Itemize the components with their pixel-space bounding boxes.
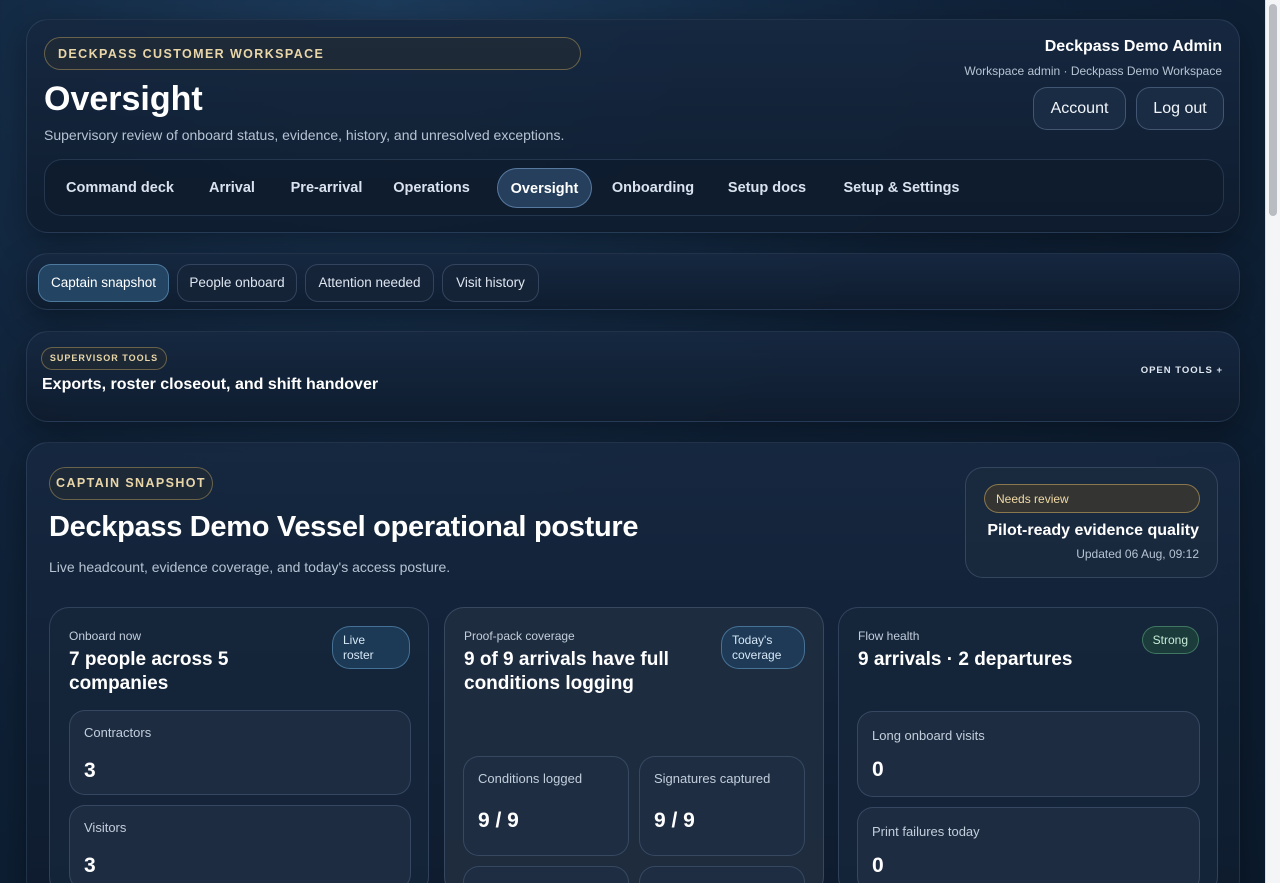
nav-oversight[interactable]: Oversight <box>497 168 592 208</box>
metric-title: 7 people across 5 companies <box>69 649 229 694</box>
stat-box <box>463 866 629 883</box>
stat-value: 3 <box>84 759 96 782</box>
stat-label: Conditions logged <box>478 771 583 786</box>
nav-pre-arrival[interactable]: Pre-arrival <box>279 168 374 208</box>
long-onboard-visits-stat: Long onboard visits 0 <box>857 711 1200 797</box>
contractors-stat: Contractors 3 <box>69 710 411 795</box>
evidence-review-card: Needs review Pilot-ready evidence qualit… <box>965 467 1218 578</box>
metric-label: Flow health <box>858 629 920 643</box>
open-tools-button[interactable]: OPEN TOOLS + <box>1141 365 1223 376</box>
stat-label: Visitors <box>84 820 127 835</box>
stat-value: 9 / 9 <box>654 809 695 832</box>
needs-review-badge: Needs review <box>984 484 1200 513</box>
print-failures-stat: Print failures today 0 <box>857 807 1200 883</box>
tab-attention-needed[interactable]: Attention needed <box>305 264 434 302</box>
stat-label: Print failures today <box>872 824 980 839</box>
scrollbar-thumb[interactable] <box>1269 4 1277 216</box>
nav-setup-docs[interactable]: Setup docs <box>717 168 817 208</box>
stat-value: 9 / 9 <box>478 809 519 832</box>
metric-title: 9 arrivals · 2 departures <box>858 649 1073 670</box>
tab-visit-history[interactable]: Visit history <box>442 264 539 302</box>
visitors-stat: Visitors 3 <box>69 805 411 883</box>
stat-label: Long onboard visits <box>872 728 985 743</box>
page-scrollbar[interactable] <box>1265 0 1280 883</box>
review-title: Pilot-ready evidence quality <box>987 522 1199 539</box>
metric-title: 9 of 9 arrivals have full conditions log… <box>464 649 669 694</box>
oversight-subtabs: Captain snapshot People onboard Attentio… <box>26 253 1240 310</box>
page-subtitle: Supervisory review of onboard status, ev… <box>44 127 565 143</box>
tab-captain-snapshot[interactable]: Captain snapshot <box>38 264 169 302</box>
captain-snapshot-panel: CAPTAIN SNAPSHOT Deckpass Demo Vessel op… <box>26 442 1240 883</box>
user-role: Workspace admin · Deckpass Demo Workspac… <box>964 64 1222 78</box>
page-title: Oversight <box>44 80 203 118</box>
live-roster-tag: Live roster <box>332 626 410 669</box>
nav-command-deck[interactable]: Command deck <box>55 168 185 208</box>
workspace-eyebrow: DECKPASS CUSTOMER WORKSPACE <box>44 37 581 70</box>
stat-value: 0 <box>872 758 884 781</box>
onboard-now-card: Onboard now 7 people across 5 companies … <box>49 607 429 883</box>
captain-snapshot-badge: CAPTAIN SNAPSHOT <box>49 467 213 500</box>
supervisor-tools-title: Exports, roster closeout, and shift hand… <box>42 376 379 393</box>
main-nav: Command deck Arrival Pre-arrival Operati… <box>44 159 1224 216</box>
snapshot-title: Deckpass Demo Vessel operational posture <box>49 511 639 543</box>
metric-label: Onboard now <box>69 629 142 643</box>
workspace-header: DECKPASS CUSTOMER WORKSPACE Oversight Su… <box>26 19 1240 233</box>
todays-coverage-tag: Today's coverage <box>721 626 805 669</box>
nav-arrival[interactable]: Arrival <box>195 168 269 208</box>
conditions-logged-stat: Conditions logged 9 / 9 <box>463 756 629 856</box>
stat-label: Signatures captured <box>654 771 771 786</box>
user-name: Deckpass Demo Admin <box>1044 38 1222 55</box>
snapshot-subtitle: Live headcount, evidence coverage, and t… <box>49 559 451 575</box>
metric-label: Proof-pack coverage <box>464 629 575 643</box>
strong-status-badge: Strong <box>1141 626 1199 654</box>
review-updated-timestamp: Updated 06 Aug, 09:12 <box>1076 547 1199 561</box>
tab-people-onboard[interactable]: People onboard <box>177 264 297 302</box>
supervisor-tools-badge: SUPERVISOR TOOLS <box>41 347 167 370</box>
nav-onboarding[interactable]: Onboarding <box>603 168 703 208</box>
nav-setup-settings[interactable]: Setup & Settings <box>829 168 974 208</box>
stat-value: 3 <box>84 854 96 877</box>
flow-health-card: Flow health 9 arrivals · 2 departures St… <box>838 607 1218 883</box>
supervisor-tools-panel: SUPERVISOR TOOLS Exports, roster closeou… <box>26 331 1240 422</box>
stat-value: 0 <box>872 854 884 877</box>
proof-pack-coverage-card: Proof-pack coverage 9 of 9 arrivals have… <box>444 607 824 883</box>
nav-operations[interactable]: Operations <box>384 168 479 208</box>
logout-button[interactable]: Log out <box>1136 87 1224 130</box>
stat-label: Contractors <box>84 725 152 740</box>
stat-box <box>639 866 805 883</box>
account-button[interactable]: Account <box>1033 87 1126 130</box>
signatures-captured-stat: Signatures captured 9 / 9 <box>639 756 805 856</box>
